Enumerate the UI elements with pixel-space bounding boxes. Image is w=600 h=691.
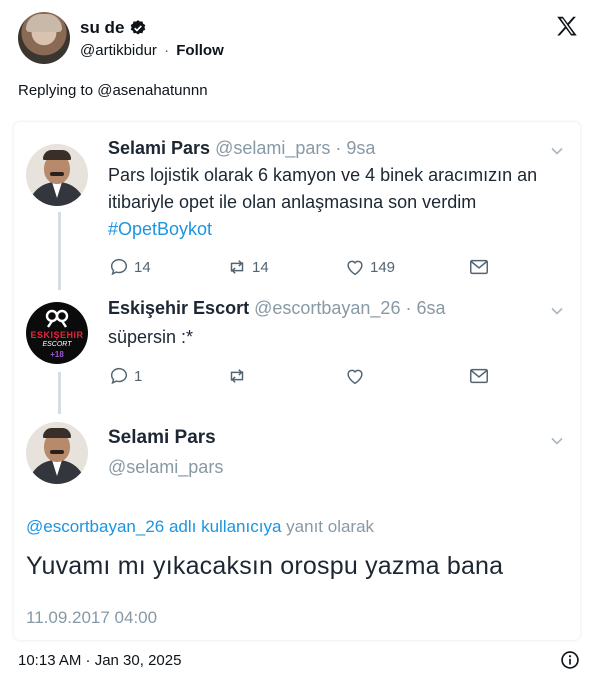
replying-to-line: Replying to @asenahatunnn <box>18 82 208 99</box>
focused-author-name: Selami Pars <box>108 427 216 448</box>
avatar-badge: +18 <box>50 350 64 359</box>
tweet-text: süpersin :* <box>108 324 548 351</box>
reply-action: 14 <box>108 256 151 278</box>
author-handle[interactable]: @artikbidur <box>80 42 157 59</box>
like-action: 149 <box>344 256 395 278</box>
focused-tweet-date: 11.09.2017 04:00 <box>26 608 158 627</box>
tweet-author-name: Eskişehir Escort <box>108 298 250 318</box>
reply-mention: @escortbayan_26 adlı kullanıcıya <box>26 517 282 536</box>
tweet-actions: 1 <box>108 365 498 389</box>
avatar-brand-text: ESKIŞEHIR <box>30 330 84 340</box>
selami-avatar <box>26 144 88 206</box>
selami-avatar-focused <box>26 422 88 484</box>
retweet-action <box>226 365 248 387</box>
dm-action <box>468 365 490 387</box>
x-logo-icon[interactable] <box>554 14 580 40</box>
logo-icon <box>45 309 69 328</box>
chevron-down-icon <box>551 437 563 445</box>
focused-tweet-header: Selami Pars @selami_pars <box>108 427 223 478</box>
retweet-icon <box>230 369 244 383</box>
heart-icon <box>347 260 363 276</box>
tweet-author-handle: @selami_pars <box>215 138 331 158</box>
tweet-header: Eskişehir Escort @escortbayan_26 · 6sa <box>108 298 446 319</box>
chevron-down-icon <box>551 147 563 155</box>
thread-connector <box>58 372 61 414</box>
retweet-count: 14 <box>252 258 269 276</box>
reply-action: 1 <box>108 365 142 387</box>
replying-handle[interactable]: @asenahatunnn <box>97 82 207 99</box>
reply-context: @escortbayan_26 adlı kullanıcıya yanıt o… <box>26 517 374 537</box>
heart-icon <box>347 369 363 385</box>
tweet-header: Selami Pars @selami_pars · 9sa <box>108 138 375 159</box>
author-name-row: su de <box>80 18 147 38</box>
reply-suffix: yanıt olarak <box>286 517 375 536</box>
tweet-time: · 6sa <box>405 298 446 318</box>
reply-icon <box>110 367 127 385</box>
separator-dot: · <box>164 42 170 59</box>
tweet-actions: 14 14 149 <box>108 256 498 280</box>
reply-count: 1 <box>134 367 143 385</box>
tweet-author-handle: @escortbayan_26 <box>254 298 401 318</box>
mail-icon <box>470 259 488 275</box>
tweet-body: Pars lojistik olarak 6 kamyon ve 4 binek… <box>108 165 538 212</box>
author-avatar[interactable] <box>18 12 70 64</box>
reply-count: 14 <box>134 258 151 276</box>
follow-button[interactable]: Follow <box>176 42 224 59</box>
focused-author-handle: @selami_pars <box>108 457 224 477</box>
author-handle-row: @artikbidur · Follow <box>80 42 224 59</box>
tweet-author-name: Selami Pars <box>108 138 211 158</box>
verified-badge-icon <box>131 20 146 35</box>
embedded-screenshot[interactable]: Selami Pars @selami_pars · 9sa Pars loji… <box>14 122 580 640</box>
focused-tweet-text: Yuvamı mı yıkacaksın orospu yazma bana <box>26 552 504 580</box>
retweet-action: 14 <box>226 256 269 278</box>
tweet-text: Pars lojistik olarak 6 kamyon ve 4 binek… <box>108 162 548 243</box>
like-count: 149 <box>370 258 396 276</box>
thread-connector <box>58 212 61 290</box>
tweet-body: süpersin :* <box>108 327 194 347</box>
replying-prefix: Replying to <box>18 82 94 99</box>
dm-action <box>468 256 490 278</box>
mail-icon <box>470 368 488 384</box>
reply-icon <box>110 258 127 276</box>
tweet-time: · 9sa <box>335 138 376 158</box>
hashtag-link: #OpetBoykot <box>108 219 213 239</box>
post-timestamp[interactable]: 10:13 AM · Jan 30, 2025 <box>18 652 181 669</box>
like-action <box>344 365 366 387</box>
info-icon[interactable] <box>560 650 580 670</box>
retweet-icon <box>230 260 244 274</box>
escort-avatar: ESKIŞEHIR ESCORT +18 <box>26 302 88 364</box>
embed-header: su de @artikbidur · Follow <box>18 12 584 68</box>
avatar-brand-subtext: ESCORT <box>42 341 72 348</box>
chevron-down-icon <box>551 307 563 315</box>
author-name[interactable]: su de <box>80 18 124 38</box>
